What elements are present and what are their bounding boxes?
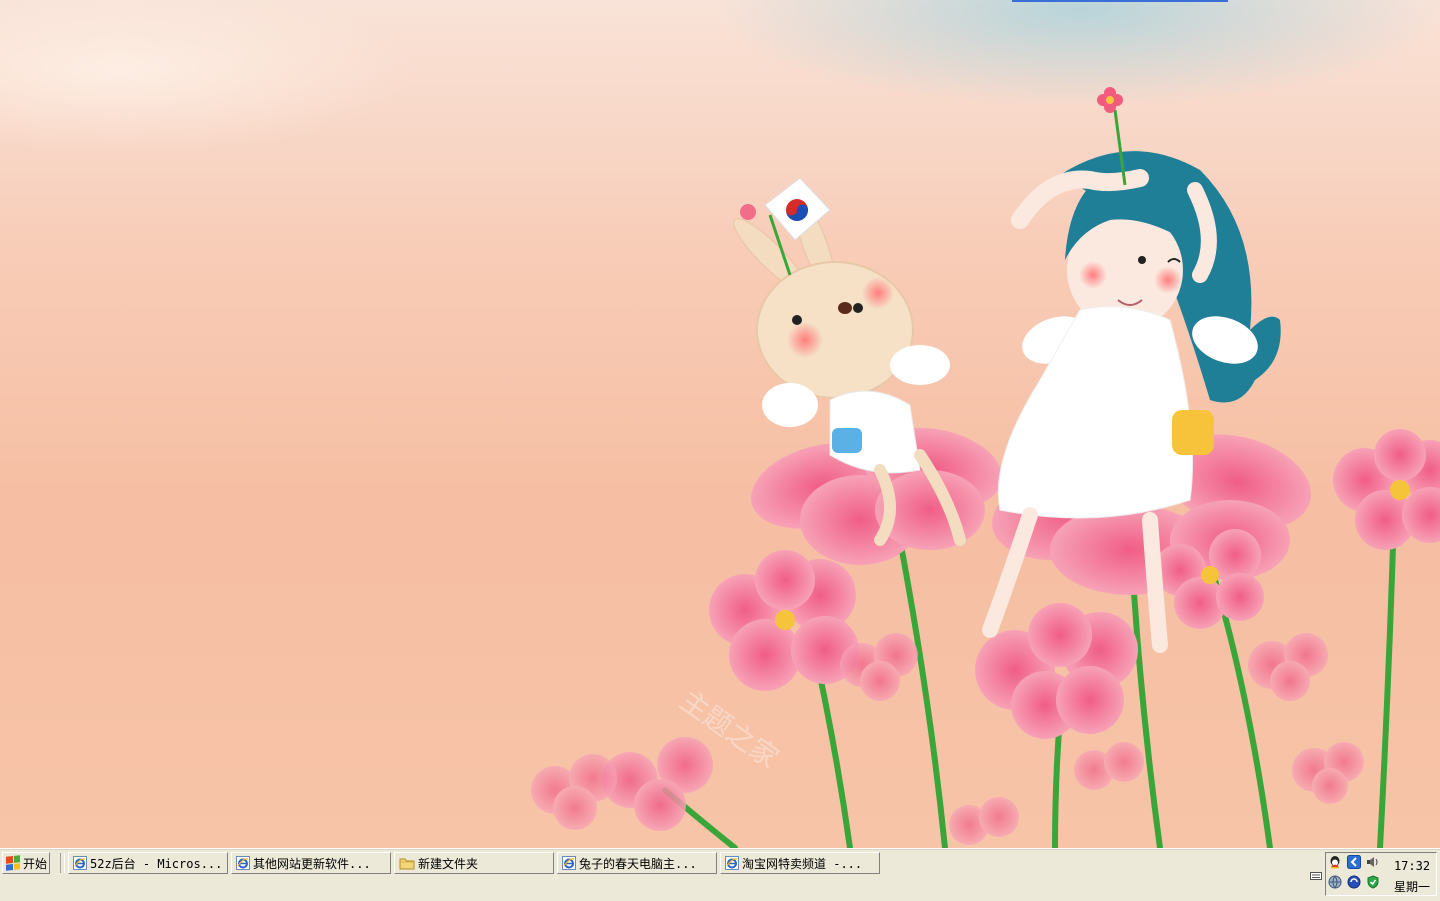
taskbar-button-1[interactable]: 其他网站更新软件... [231,852,391,874]
start-button[interactable]: 开始 [2,852,50,874]
shield-icon[interactable] [1366,875,1380,889]
taskbar-button-label: 其他网站更新软件... [253,856,371,871]
speaker-icon[interactable] [1366,855,1380,869]
globe-icon[interactable] [1328,875,1342,889]
taskbar-button-0[interactable]: 52z后台 - Micros... [68,852,228,874]
taskbar-button-3[interactable]: 兔子的春天电脑主... [557,852,717,874]
taskbar-button-4[interactable]: 淘宝网特卖频道 -... [720,852,880,874]
keyboard-icon[interactable] [1310,869,1322,881]
taskbar-button-label: 淘宝网特卖频道 -... [742,856,863,871]
taskbar: 开始 52z后台 - Micros... 其他网站更新软件... 新建文件夹 兔… [0,848,1440,901]
windows-logo-icon [6,855,20,871]
clock-day: 星期一 [1393,880,1430,894]
system-tray: 17:32 星期一 [1325,852,1437,896]
qq-icon[interactable] [1328,855,1342,869]
ie-icon [73,856,87,870]
network-back-icon[interactable] [1347,855,1361,869]
taskbar-button-label: 新建文件夹 [418,856,479,871]
ie-icon [725,856,739,870]
taskbar-separator [60,853,65,873]
wallpaper-illustration: 主题之家 [531,87,1440,848]
taskbar-button-2[interactable]: 新建文件夹 [394,852,554,874]
folder-icon [399,858,415,870]
taskbar-button-label: 兔子的春天电脑主... [579,856,697,871]
taskbar-button-label: 52z后台 - Micros... [90,856,223,871]
ie-icon [562,856,576,870]
desktop[interactable]: 主题之家 [0,0,1440,848]
clock-time[interactable]: 17:32 [1386,859,1438,873]
ie-icon [236,856,250,870]
start-label: 开始 [23,856,48,871]
browser-icon[interactable] [1347,875,1361,889]
